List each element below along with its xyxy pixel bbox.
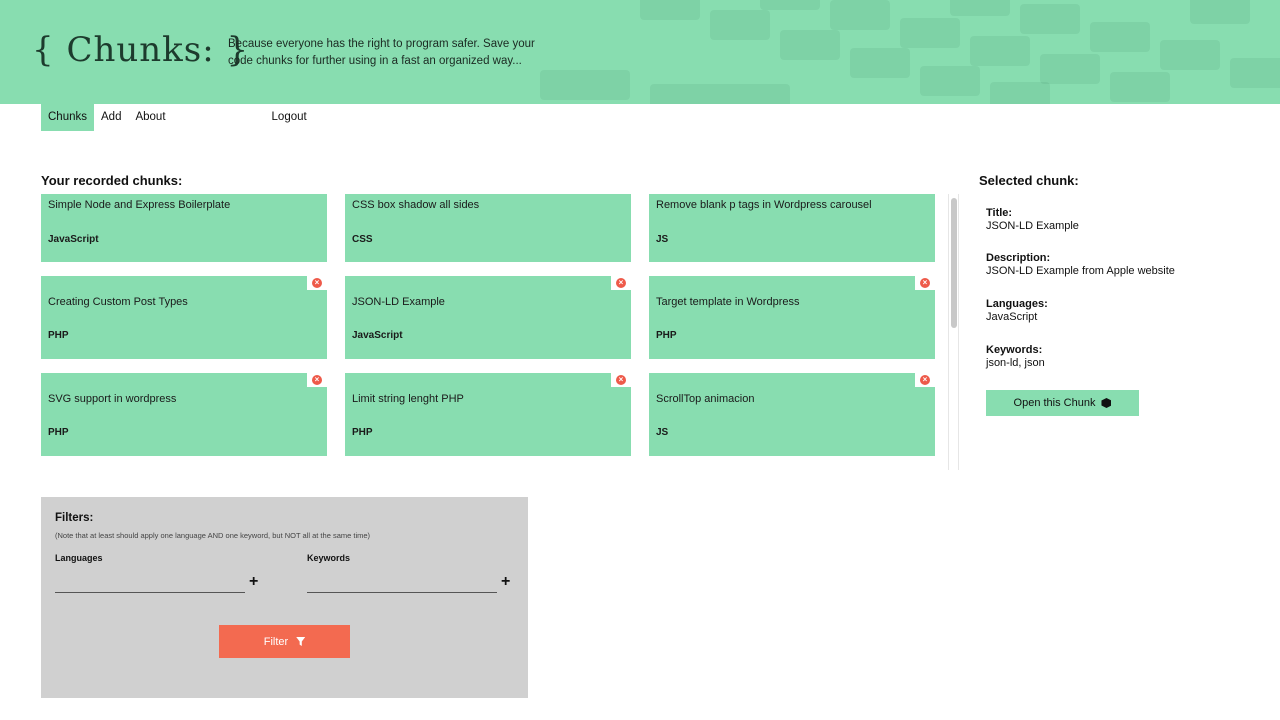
- detail-description: Description: JSON-LD Example from Apple …: [986, 252, 1246, 277]
- nav-item-logout[interactable]: Logout: [265, 104, 314, 131]
- funnel-icon: [296, 637, 306, 646]
- chunks-grid: Simple Node and Express Boilerplate Java…: [41, 194, 935, 456]
- keyboard-background: [540, 70, 630, 100]
- chunk-card[interactable]: × Creating Custom Post Types PHP: [41, 275, 327, 359]
- keyboard-background: [760, 0, 820, 10]
- detail-title: Title: JSON-LD Example: [986, 207, 1246, 232]
- add-language-plus-icon[interactable]: +: [249, 574, 258, 590]
- delete-tab: ×: [915, 372, 935, 387]
- chunk-language: PHP: [48, 330, 69, 341]
- delete-icon[interactable]: ×: [920, 277, 930, 288]
- chunk-title: Remove blank p tags in Wordpress carouse…: [656, 199, 872, 211]
- chunk-card[interactable]: Simple Node and Express Boilerplate Java…: [41, 194, 327, 262]
- chunk-language: JavaScript: [48, 234, 99, 245]
- detail-description-value: JSON-LD Example from Apple website: [986, 265, 1175, 277]
- scrollbar-thumb[interactable]: [951, 198, 957, 328]
- chunk-language: PHP: [48, 427, 69, 438]
- chunk-title: Simple Node and Express Boilerplate: [48, 199, 231, 211]
- filter-button[interactable]: Filter: [219, 625, 350, 658]
- keyboard-background: [830, 0, 890, 30]
- app-logo[interactable]: { Chunks: }: [32, 30, 249, 70]
- filters-title: Filters:: [55, 512, 94, 524]
- chunk-card[interactable]: × ScrollTop animacion JS: [649, 372, 935, 456]
- filter-button-label: Filter: [263, 635, 289, 648]
- keyboard-background: [780, 30, 840, 60]
- chunk-title: ScrollTop animacion: [656, 393, 755, 405]
- tagline: Because everyone has the right to progra…: [228, 38, 535, 67]
- keywords-input[interactable]: [307, 577, 497, 593]
- filters-note: (Note that at least should apply one lan…: [55, 531, 371, 540]
- detail-keywords-value: json-ld, json: [986, 357, 1045, 369]
- nav-item-chunks[interactable]: Chunks: [41, 104, 94, 131]
- detail-title-value: JSON-LD Example: [986, 220, 1079, 232]
- chunk-language: PHP: [352, 427, 373, 438]
- languages-label: Languages: [55, 553, 103, 563]
- chunk-language: JavaScript: [352, 330, 403, 341]
- delete-tab: ×: [611, 275, 631, 290]
- chunk-language: JS: [656, 234, 669, 245]
- keyboard-background: [970, 36, 1030, 66]
- delete-icon[interactable]: ×: [616, 277, 626, 288]
- keyboard-background: [1040, 54, 1100, 84]
- chunk-title: Limit string lenght PHP: [352, 393, 464, 405]
- delete-tab: ×: [307, 372, 327, 387]
- keyboard-background: [990, 82, 1050, 104]
- keyboard-background: [1110, 72, 1170, 102]
- chunk-card[interactable]: × JSON-LD Example JavaScript: [345, 275, 631, 359]
- keyboard-background: [920, 66, 980, 96]
- detail-languages: Languages: JavaScript: [986, 298, 1246, 323]
- chunk-card[interactable]: × Limit string lenght PHP PHP: [345, 372, 631, 456]
- chunk-title: Target template in Wordpress: [656, 296, 800, 308]
- keyboard-background: [650, 84, 790, 104]
- chunk-language: CSS: [352, 234, 373, 245]
- keyboard-background: [1020, 4, 1080, 34]
- selected-heading: Selected chunk:: [979, 173, 1079, 188]
- open-chunk-label: Open this Chunk: [1013, 397, 1096, 409]
- header-banner: { Chunks: } Because everyone has the rig…: [0, 0, 1280, 104]
- detail-title-label: Title:: [986, 207, 1013, 219]
- keyboard-background: [710, 10, 770, 40]
- chunk-card[interactable]: Remove blank p tags in Wordpress carouse…: [649, 194, 935, 262]
- detail-keywords-label: Keywords:: [986, 344, 1043, 356]
- delete-tab: ×: [307, 275, 327, 290]
- keyboard-background: [950, 0, 1010, 16]
- detail-languages-value: JavaScript: [986, 311, 1038, 323]
- keyboard-background: [1230, 58, 1280, 88]
- keywords-label: Keywords: [307, 553, 351, 563]
- detail-description-label: Description:: [986, 252, 1051, 264]
- keyboard-background: [640, 0, 700, 20]
- detail-keywords: Keywords: json-ld, json: [986, 344, 1246, 369]
- delete-icon[interactable]: ×: [312, 277, 322, 288]
- nav-item-add[interactable]: Add: [94, 104, 128, 131]
- main-nav: Chunks Add About Logout: [41, 104, 314, 131]
- delete-icon[interactable]: ×: [616, 374, 626, 385]
- delete-tab: ×: [611, 372, 631, 387]
- chunk-card[interactable]: × SVG support in wordpress PHP: [41, 372, 327, 456]
- chunk-title: CSS box shadow all sides: [352, 199, 480, 211]
- nav-item-about[interactable]: About: [128, 104, 172, 131]
- chunk-language: JS: [656, 427, 669, 438]
- detail-languages-label: Languages:: [986, 298, 1048, 310]
- delete-icon[interactable]: ×: [312, 374, 322, 385]
- keyboard-background: [850, 48, 910, 78]
- open-chunk-button[interactable]: Open this Chunk: [986, 390, 1139, 416]
- cube-icon: [1101, 398, 1112, 408]
- chunks-scrollbar[interactable]: [948, 194, 959, 470]
- chunk-title: Creating Custom Post Types: [48, 296, 188, 308]
- keyboard-background: [1190, 0, 1250, 24]
- chunks-heading: Your recorded chunks:: [41, 173, 183, 188]
- delete-icon[interactable]: ×: [920, 374, 930, 385]
- chunk-card[interactable]: × Target template in Wordpress PHP: [649, 275, 935, 359]
- keyboard-background: [900, 18, 960, 48]
- chunk-language: PHP: [656, 330, 677, 341]
- filters-panel: Filters: (Note that at least should appl…: [41, 497, 528, 698]
- chunk-title: JSON-LD Example: [352, 296, 445, 308]
- add-keyword-plus-icon[interactable]: +: [501, 574, 510, 590]
- keyboard-background: [1090, 22, 1150, 52]
- keyboard-background: [1160, 40, 1220, 70]
- delete-tab: ×: [915, 275, 935, 290]
- chunk-card[interactable]: CSS box shadow all sides CSS: [345, 194, 631, 262]
- languages-input[interactable]: [55, 577, 245, 593]
- chunk-title: SVG support in wordpress: [48, 393, 177, 405]
